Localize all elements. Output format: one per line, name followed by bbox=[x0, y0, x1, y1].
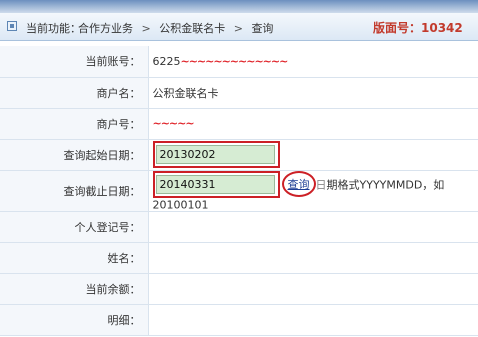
merchant-name-value: 公积金联名卡 bbox=[148, 77, 478, 109]
hint-smudge: 日 bbox=[315, 178, 327, 191]
current-function-label: 当前功能： bbox=[26, 22, 81, 35]
field-label: 当前账号： bbox=[0, 46, 149, 78]
form-row-name: 姓名： bbox=[0, 242, 478, 274]
balance-value bbox=[148, 273, 478, 305]
breadcrumb-item: 查询 bbox=[251, 22, 274, 35]
form-row-balance: 当前余额： bbox=[0, 273, 478, 305]
account-value: 6225~~~~~~~~~~~~~ bbox=[148, 46, 478, 78]
form-row-details: 明细： bbox=[0, 304, 478, 336]
form-row-merchant-name: 商户名： 公积金联名卡 bbox=[0, 77, 478, 109]
field-label: 商户名： bbox=[0, 77, 149, 109]
version-number: 版面号：10342 bbox=[373, 21, 463, 35]
field-label: 明细： bbox=[0, 304, 149, 336]
field-label: 当前余额： bbox=[0, 273, 149, 305]
form-row-personal-reg-no: 个人登记号： bbox=[0, 211, 478, 243]
personal-reg-no-value bbox=[148, 211, 478, 243]
field-label: 商户号： bbox=[0, 108, 149, 140]
query-button[interactable]: 查询 bbox=[281, 171, 316, 197]
breadcrumb-item: 合作方业务 bbox=[78, 22, 133, 35]
form-row-account: 当前账号： 6225~~~~~~~~~~~~~ bbox=[0, 46, 478, 78]
account-number-prefix: 6225 bbox=[152, 54, 181, 68]
function-icon bbox=[7, 21, 17, 31]
form-row-merchant-no: 商户号： ~~~~~ bbox=[0, 108, 478, 140]
field-label: 个人登记号： bbox=[0, 211, 149, 243]
end-date-input[interactable]: 20140331 bbox=[155, 174, 275, 194]
form-row-start-date: 查询起始日期： 20130202 bbox=[0, 139, 478, 171]
breadcrumb: 合作方业务 > 公积金联名卡 > 查询 bbox=[78, 20, 278, 36]
annotation-box: 20130202 bbox=[152, 141, 280, 168]
query-form: 当前账号： 6225~~~~~~~~~~~~~ 商户名： 公积金联名卡 商户号：… bbox=[0, 46, 478, 336]
field-label: 查询起始日期： bbox=[0, 139, 149, 171]
redacted-account: ~~~~~~~~~~~~~ bbox=[180, 54, 289, 68]
redacted-merchant-no: ~~~~~ bbox=[152, 117, 195, 130]
start-date-input[interactable]: 20130202 bbox=[155, 145, 275, 164]
breadcrumb-separator: > bbox=[141, 22, 151, 35]
details-value bbox=[148, 304, 478, 336]
breadcrumb-item: 公积金联名卡 bbox=[159, 22, 226, 35]
annotation-box: 20140331 bbox=[152, 170, 280, 198]
breadcrumb-separator: > bbox=[233, 22, 243, 35]
page-header: 当前功能： 合作方业务 > 公积金联名卡 > 查询 版面号：10342 bbox=[0, 13, 478, 41]
field-label: 查询截止日期： bbox=[0, 170, 149, 212]
field-label: 姓名： bbox=[0, 242, 149, 274]
form-row-end-date: 查询截止日期： 20140331 查询 日期格式YYYYMMDD，如2010010… bbox=[0, 170, 478, 212]
name-value bbox=[148, 242, 478, 274]
window-top-strip bbox=[0, 0, 478, 13]
merchant-no-value: ~~~~~ bbox=[148, 108, 478, 140]
